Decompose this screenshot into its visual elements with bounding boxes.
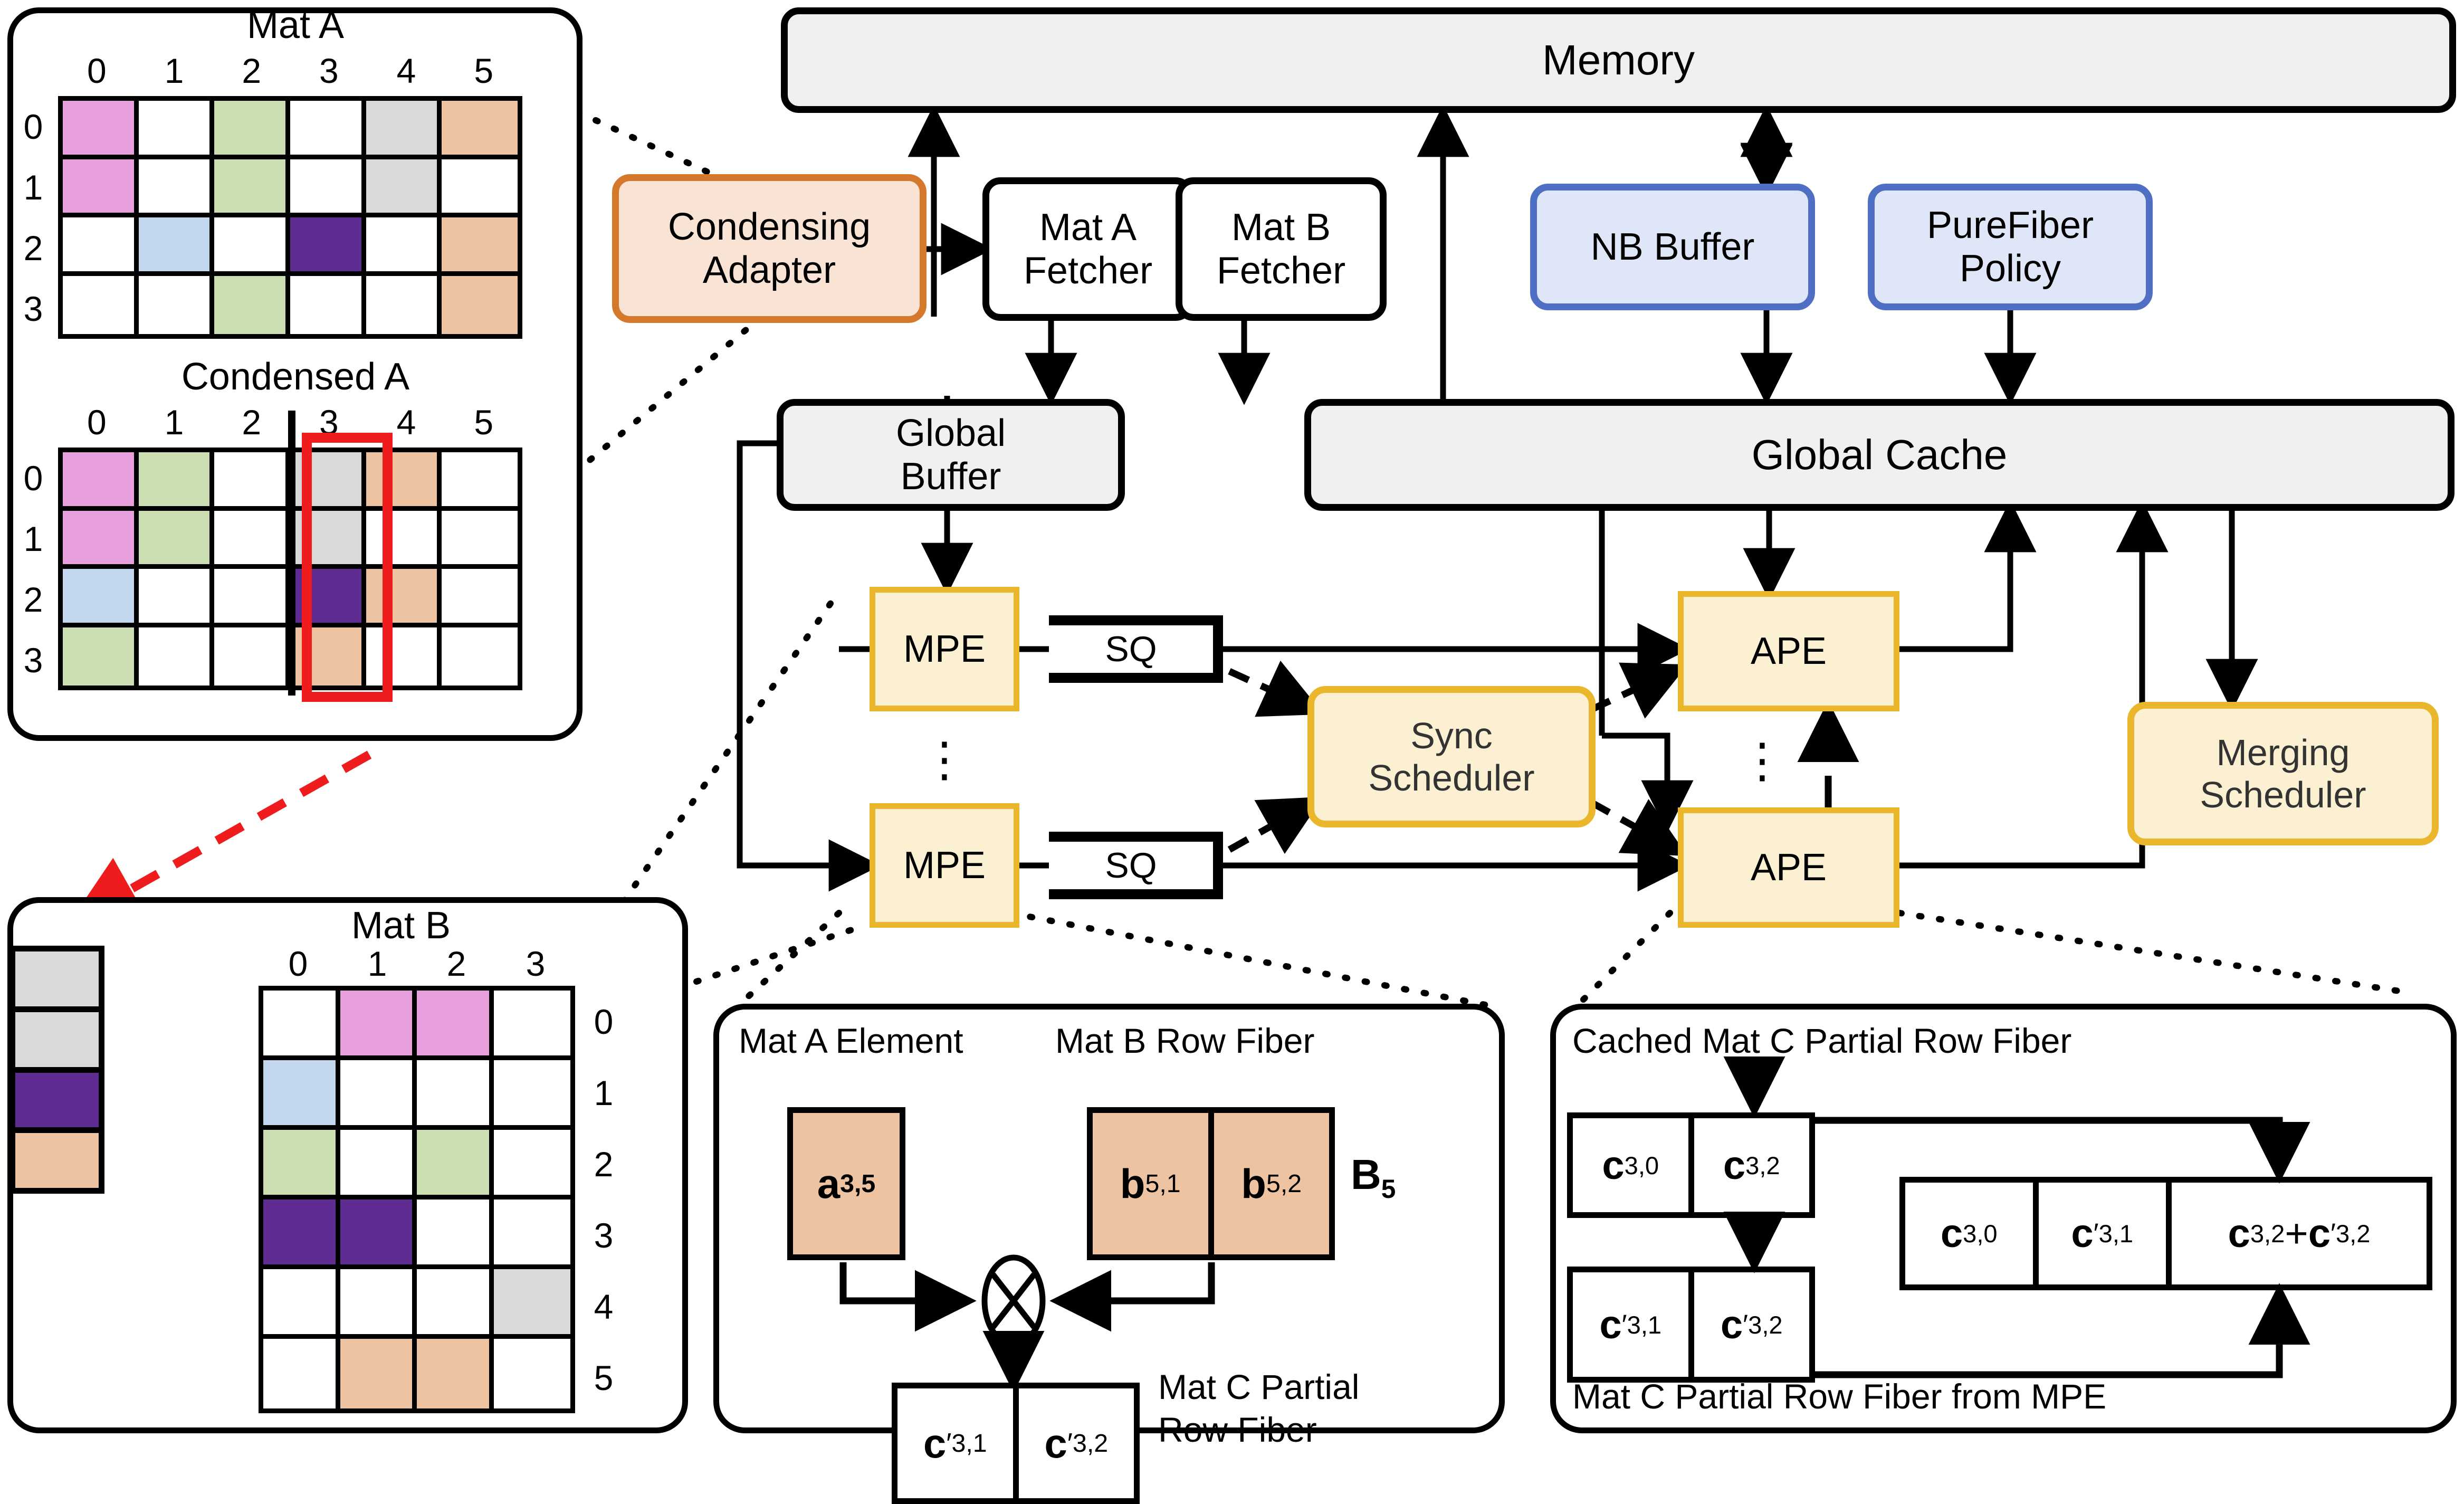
ape-detail-wires (1723, 1056, 2310, 1378)
